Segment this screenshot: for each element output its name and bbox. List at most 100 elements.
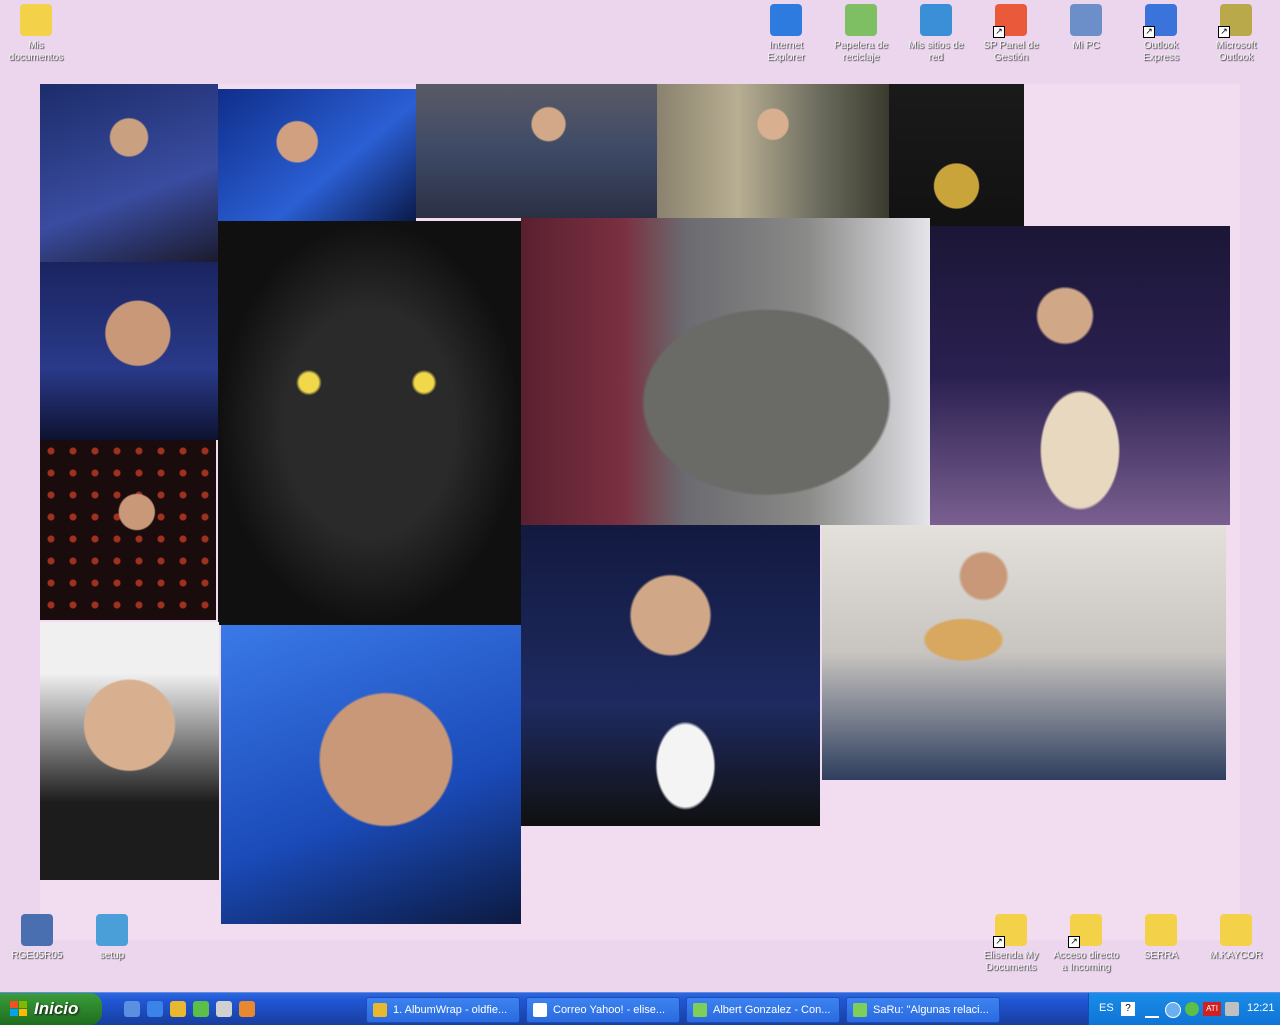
icon-label: Mi PC (1072, 40, 1100, 51)
quicklaunch-desktop-icon[interactable] (124, 1001, 140, 1017)
icon-label: setup (99, 950, 125, 961)
mis-sitios-de-red-icon (920, 4, 952, 36)
task-app-icon (693, 1003, 707, 1017)
photo-red-dots-guitar (40, 440, 216, 620)
system-tray: ES ? ATI 12:21 (1088, 993, 1280, 1025)
photo-studio-grey-sweater (416, 84, 657, 218)
sp-panel-icon: ↗ (993, 4, 1027, 38)
setup-icon (96, 914, 128, 946)
icon-label: Acceso directo (1053, 950, 1119, 961)
icon-label: documentos (8, 52, 64, 63)
icon-label: red (928, 52, 944, 63)
icon-label: Mis sitios de (908, 40, 964, 51)
sp-panel-shortcut[interactable]: ↗ SP Panel de Gestión (977, 2, 1045, 64)
ati-icon[interactable]: ATI (1203, 1002, 1221, 1016)
acceso-directo-incoming-shortcut[interactable]: ↗ Acceso directo a Incoming (1052, 912, 1120, 974)
serra-folder-shortcut[interactable]: SERRA (1127, 912, 1195, 962)
photo-studio-classical-guitar (822, 525, 1226, 780)
mikaycor-folder-icon (1220, 914, 1252, 946)
network-icon[interactable] (1145, 1002, 1159, 1018)
task-saru[interactable]: SaRu: "Algunas relaci... (846, 997, 1000, 1023)
task-albumwrap[interactable]: 1. AlbumWrap - oldfie... (366, 997, 520, 1023)
quicklaunch-ie-icon[interactable] (147, 1001, 163, 1017)
icon-label: reciclaje (842, 52, 880, 63)
papelera-shortcut[interactable]: Papelera de reciclaje (827, 2, 895, 64)
icon-label: Outlook (1218, 52, 1254, 63)
quicklaunch-messenger-icon[interactable] (193, 1001, 209, 1017)
messenger-tray-icon[interactable] (1185, 1002, 1199, 1016)
rge05r05-shortcut[interactable]: RGE05R05 (3, 912, 71, 962)
photo-singer-mic (218, 89, 416, 221)
clock[interactable]: 12:21 (1247, 1002, 1275, 1014)
task-albert-gonzalez[interactable]: Albert Gonzalez - Con... (686, 997, 840, 1023)
shortcut-arrow-icon: ↗ (993, 936, 1005, 948)
papelera-icon (845, 4, 877, 36)
mis-documentos-icon (20, 4, 52, 36)
icon-label: Gestión (993, 52, 1029, 63)
photo-guitarist-acoustic-1 (40, 84, 218, 262)
quicklaunch-albumwrap-icon[interactable] (170, 1001, 186, 1017)
task-app-icon (373, 1003, 387, 1017)
photo-singer-looking-up (521, 525, 820, 826)
icon-label: Papelera de (834, 40, 888, 51)
icon-label: M.KAYCOR (1209, 950, 1263, 961)
icon-label: a Incoming (1061, 962, 1111, 973)
task-correo-yahoo[interactable]: Correo Yahoo! - elise... (526, 997, 680, 1023)
microsoft-outlook-shortcut[interactable]: ↗ Microsoft Outlook (1202, 2, 1270, 64)
elisenda-my-documents-shortcut[interactable]: ↗ Elisenda My Documents (977, 912, 1045, 974)
shortcut-arrow-icon: ↗ (1143, 26, 1155, 38)
taskbar: Inicio 1. AlbumWrap - oldfie... Correo Ya… (0, 992, 1280, 1025)
icon-label: Explorer (767, 52, 805, 63)
task-label: Correo Yahoo! - elise... (553, 1004, 666, 1016)
photo-closeup-headset (40, 262, 218, 440)
icon-label: SP Panel de (983, 40, 1039, 51)
photo-stone-wall-laughing (657, 84, 889, 218)
icon-label: RGE05R05 (11, 950, 63, 961)
language-indicator[interactable]: ES (1099, 1002, 1114, 1014)
rge05r05-icon (21, 914, 53, 946)
shortcut-arrow-icon: ↗ (1218, 26, 1230, 38)
task-label: Albert Gonzalez - Con... (713, 1004, 831, 1016)
internet-explorer-icon (770, 4, 802, 36)
task-label: 1. AlbumWrap - oldfie... (393, 1004, 508, 1016)
setup-shortcut[interactable]: setup (78, 912, 146, 962)
quicklaunch-winamp-icon[interactable] (239, 1001, 255, 1017)
photo-acoustic-stage-purple (930, 226, 1230, 525)
show-hidden-icons-icon[interactable] (1165, 1002, 1181, 1018)
mis-documentos-shortcut[interactable]: Mis documentos (2, 2, 70, 64)
shortcut-arrow-icon: ↗ (993, 26, 1005, 38)
outlook-express-icon: ↗ (1143, 4, 1177, 38)
windows-logo-icon (10, 1001, 27, 1016)
icon-label: Mis (28, 40, 44, 51)
photo-portrait-hand-chin (40, 622, 219, 880)
photo-closeup-blue (221, 625, 521, 924)
icon-label: Outlook (1143, 40, 1179, 51)
task-app-icon (853, 1003, 867, 1017)
photo-black-cat (218, 221, 521, 625)
help-icon[interactable]: ? (1121, 1002, 1135, 1016)
start-button[interactable]: Inicio (0, 993, 102, 1025)
mi-pc-icon (1070, 4, 1102, 36)
microsoft-outlook-icon: ↗ (1218, 4, 1252, 38)
quicklaunch-media-icon[interactable] (216, 1001, 232, 1017)
icon-label: Documents (985, 962, 1037, 973)
acceso-directo-incoming-icon: ↗ (1068, 914, 1102, 948)
icon-label: Microsoft (1215, 40, 1257, 51)
icon-label: SERRA (1143, 950, 1179, 961)
mi-pc-shortcut[interactable]: Mi PC (1052, 2, 1120, 52)
icon-label: Express (1142, 52, 1180, 63)
internet-explorer-shortcut[interactable]: Internet Explorer (752, 2, 820, 64)
shortcut-arrow-icon: ↗ (1068, 936, 1080, 948)
mis-sitios-de-red-shortcut[interactable]: Mis sitios de red (902, 2, 970, 64)
start-label: Inicio (34, 999, 79, 1018)
outlook-express-shortcut[interactable]: ↗ Outlook Express (1127, 2, 1195, 64)
serra-folder-icon (1145, 914, 1177, 946)
icon-label: Elisenda My (983, 950, 1039, 961)
task-label: SaRu: "Algunas relaci... (873, 1004, 989, 1016)
photo-tabby-cat (521, 218, 930, 525)
task-app-icon (533, 1003, 547, 1017)
volume-icon[interactable] (1225, 1002, 1239, 1016)
icon-label: Internet (769, 40, 803, 51)
mikaycor-folder-shortcut[interactable]: M.KAYCOR (1202, 912, 1270, 962)
elisenda-my-documents-icon: ↗ (993, 914, 1027, 948)
